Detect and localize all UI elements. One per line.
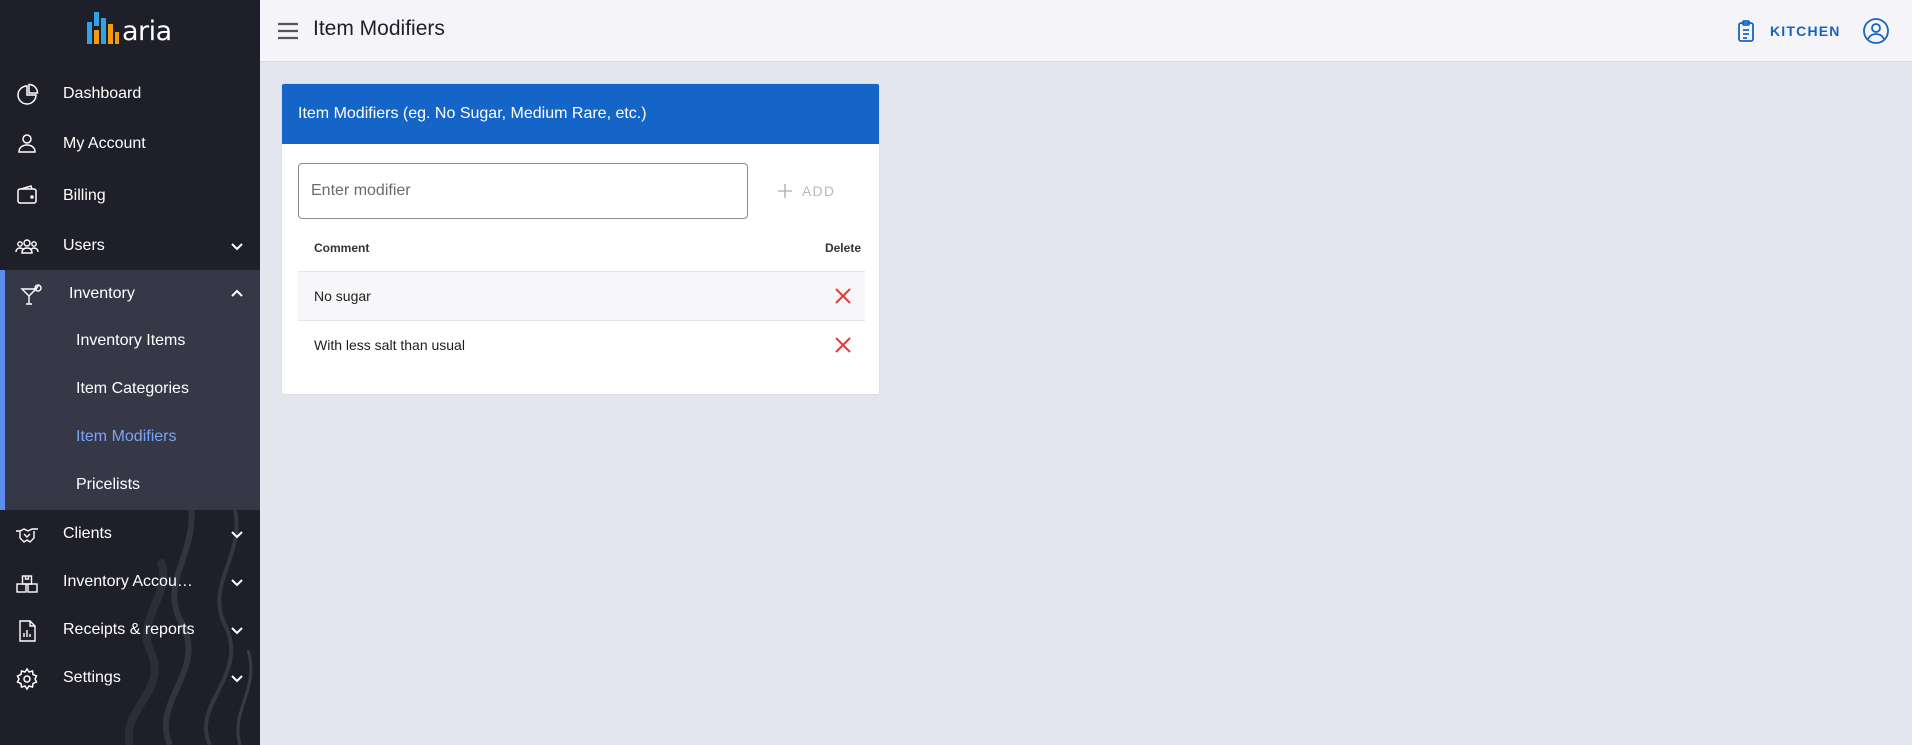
handshake-icon — [16, 528, 38, 543]
pie-chart-icon — [17, 83, 39, 105]
sidebar-subitem-label: Item Categories — [76, 380, 189, 397]
sidebar-item-dashboard[interactable]: Dashboard — [0, 70, 260, 118]
chevron-down-icon — [231, 243, 243, 251]
sidebar-item-label: Billing — [63, 187, 106, 204]
chevron-up-icon — [231, 289, 243, 297]
table-row: With less salt than usual — [298, 321, 865, 370]
aria-logo: aria — [86, 10, 176, 50]
inventory-group: Inventory Inventory Items Item Categorie… — [0, 270, 260, 510]
logo-text: aria — [122, 16, 172, 47]
modifier-comment: With less salt than usual — [314, 337, 465, 353]
sidebar-subitem-label: Pricelists — [76, 476, 141, 493]
sidebar-item-label: Inventory — [69, 285, 135, 302]
sidebar-item-label: Inventory Accou… — [63, 573, 193, 590]
chevron-down-icon — [231, 627, 243, 635]
gear-icon — [16, 667, 38, 691]
sidebar-item-clients[interactable]: Clients — [0, 510, 260, 558]
kitchen-label: KITCHEN — [1770, 23, 1841, 39]
sidebar-item-inventory[interactable]: Inventory — [5, 270, 260, 318]
add-button[interactable]: ADD — [776, 173, 835, 209]
top-bar: Item Modifiers KITCHEN — [260, 0, 1912, 62]
modifier-input-row: ADD — [282, 144, 879, 224]
sidebar-subitem-label: Item Modifiers — [76, 428, 177, 445]
modifier-comment: No sugar — [314, 288, 371, 304]
account-circle-icon[interactable] — [1861, 16, 1891, 46]
person-icon — [18, 134, 36, 153]
clipboard-icon — [1738, 20, 1754, 42]
plus-icon — [778, 184, 792, 198]
sidebar-subitem-item-categories[interactable]: Item Categories — [5, 366, 260, 414]
sidebar-item-label: Users — [63, 237, 105, 254]
boxes-icon — [16, 575, 38, 593]
delete-icon[interactable] — [833, 335, 853, 355]
chevron-down-icon — [231, 531, 243, 539]
sidebar-item-billing[interactable]: Billing — [0, 170, 260, 222]
add-label: ADD — [802, 183, 836, 199]
sidebar-subitem-pricelists[interactable]: Pricelists — [5, 462, 260, 510]
sidebar-item-settings[interactable]: Settings — [0, 654, 260, 702]
column-header-delete: Delete — [824, 241, 861, 255]
sidebar-subitem-item-modifiers[interactable]: Item Modifiers — [5, 414, 260, 462]
table-row: No sugar — [298, 272, 865, 321]
delete-icon[interactable] — [833, 286, 853, 306]
sidebar-item-receipts-reports[interactable]: Receipts & reports — [0, 606, 260, 654]
sidebar-item-label: Settings — [63, 669, 121, 686]
item-modifiers-card: Item Modifiers (eg. No Sugar, Medium Rar… — [281, 83, 880, 395]
kitchen-button[interactable]: KITCHEN — [1734, 18, 1841, 44]
card-header: Item Modifiers (eg. No Sugar, Medium Rar… — [282, 84, 879, 144]
report-icon — [19, 620, 36, 642]
modifiers-table: Comment Delete No sugar With less salt t… — [298, 224, 865, 370]
sidebar-item-inventory-accounting[interactable]: Inventory Accou… — [0, 558, 260, 606]
modifier-input[interactable] — [298, 163, 748, 219]
sidebar-item-label: Dashboard — [63, 85, 142, 102]
sidebar-nav: Dashboard My Account Billing Users Inven… — [0, 70, 260, 702]
sidebar: aria Dashboard My Account Billing Users … — [0, 0, 260, 745]
table-header: Comment Delete — [298, 224, 865, 272]
group-icon — [15, 239, 39, 254]
sidebar-item-users[interactable]: Users — [0, 222, 260, 270]
sidebar-item-label: Receipts & reports — [63, 621, 195, 638]
sidebar-item-my-account[interactable]: My Account — [0, 118, 260, 170]
sidebar-item-label: Clients — [63, 525, 112, 542]
chevron-down-icon — [231, 675, 243, 683]
wallet-icon — [17, 185, 37, 204]
chevron-down-icon — [231, 579, 243, 587]
sidebar-item-label: My Account — [63, 135, 146, 152]
page-title: Item Modifiers — [313, 17, 445, 40]
sidebar-subitem-label: Inventory Items — [76, 332, 186, 349]
sidebar-subitem-inventory-items[interactable]: Inventory Items — [5, 318, 260, 366]
cocktail-icon — [20, 284, 42, 305]
column-header-comment: Comment — [314, 241, 370, 255]
hamburger-icon[interactable] — [275, 18, 301, 44]
